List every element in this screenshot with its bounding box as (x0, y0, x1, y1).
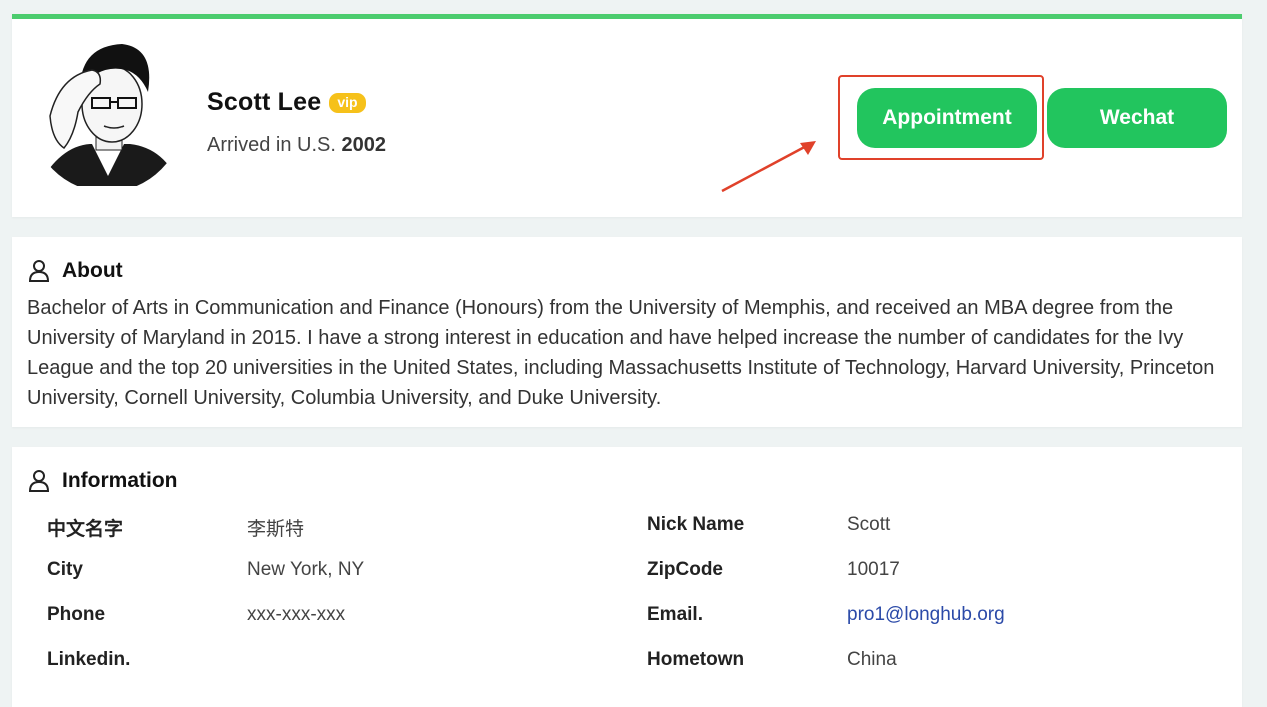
user-icon (28, 470, 50, 492)
information-card: Information 中文名字 李斯特 Nick Name Scott Cit… (12, 447, 1242, 707)
arrived-prefix: Arrived in U.S. (207, 134, 336, 156)
about-card: About Bachelor of Arts in Communication … (12, 237, 1242, 427)
info-value: 李斯特 (247, 519, 305, 540)
info-label: Nick Name (647, 514, 745, 535)
info-label: 中文名字 (47, 519, 124, 540)
profile-card: Scott Lee vip Arrived in U.S. 2002 Appoi… (12, 14, 1242, 217)
info-value: xxx-xxx-xxx (247, 604, 346, 625)
wechat-button[interactable]: Wechat (1047, 88, 1227, 148)
information-header: Information (28, 469, 178, 493)
info-value: 10017 (847, 559, 900, 580)
user-icon (28, 260, 50, 282)
info-value: Scott (847, 514, 891, 535)
about-heading: About (62, 259, 123, 282)
arrived-text: Arrived in U.S. 2002 (207, 134, 386, 157)
info-label: Linkedin. (47, 649, 131, 670)
email-link[interactable]: pro1@longhub.org (847, 604, 1005, 626)
information-heading: Information (62, 469, 178, 492)
profile-name: Scott Lee (207, 88, 322, 116)
arrived-year: 2002 (341, 134, 387, 156)
about-text: Bachelor of Arts in Communication and Fi… (27, 297, 1215, 409)
info-value: China (847, 649, 897, 670)
info-value: New York, NY (247, 559, 365, 580)
appointment-button[interactable]: Appointment (857, 88, 1037, 148)
annotation-arrow-icon (721, 141, 816, 193)
info-label: Phone (47, 604, 106, 625)
info-label: Email. (647, 604, 703, 625)
vip-badge: vip (329, 92, 366, 113)
info-label: ZipCode (647, 559, 723, 580)
avatar (30, 36, 184, 192)
info-label: City (47, 559, 83, 580)
about-header: About (28, 259, 123, 283)
info-label: Hometown (647, 649, 745, 670)
